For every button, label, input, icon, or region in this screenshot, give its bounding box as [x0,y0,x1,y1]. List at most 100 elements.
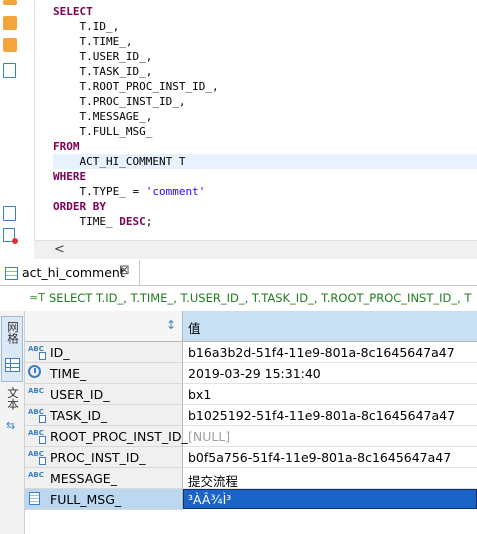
sql-token: T.ID_, [53,20,120,33]
editor-side-toolbar [0,0,35,244]
record-grid[interactable]: ↕ 值 ABC ID_ b16a3b2d-51f4-11e9-801a-8c1645… [25,311,477,534]
sql-code[interactable]: SELECT T.ID_, T.TIME_, T.USER_ID_, T.TAS… [53,4,477,229]
sql-line: SELECT [53,4,477,19]
datetime-type-icon [28,365,41,378]
column-name: ROOT_PROC_INST_ID_ [50,429,188,444]
sql-token: T.MESSAGE_, [53,110,153,123]
sql-token: ACT_HI_COMMENT T [53,155,186,168]
column-name-header[interactable]: ↕ [25,311,183,342]
explain-plan-icon[interactable] [3,63,16,78]
cell-value: b16a3b2d-51f4-11e9-801a-8c1645647a47 [188,345,455,360]
cell-value: ³ÀÂ¾Ì³ [188,492,232,507]
sql-token: T.TASK_ID_, [53,65,153,78]
execute-statement-icon[interactable] [3,16,17,30]
sql-keyword: DESC [119,215,146,228]
value-cell[interactable]: 2019-03-29 15:31:40 [183,363,477,384]
column-name-cell[interactable]: ABC PROC_INST_ID_ [25,447,183,468]
cell-value: b0f5a756-51f4-11e9-801a-8c1645647a47 [188,450,452,465]
grid-icon [5,358,20,372]
sql-token: T.TYPE_ = [53,185,146,198]
value-header-label: 值 [188,321,201,336]
sql-preview-text: SELECT T.ID_, T.TIME_, T.USER_ID_, T.TAS… [49,291,472,305]
column-name-cell[interactable]: TIME_ [25,363,183,384]
sql-token: T.TIME_, [53,35,133,48]
sort-icon[interactable]: ↕ [166,318,176,332]
string-type-icon: ABC [28,471,44,479]
string-key-type-icon: ABC [28,408,46,423]
horizontal-scrollbar[interactable]: < [34,240,477,259]
results-tab-bar: act_hi_comment ⊠ [0,260,477,286]
sql-token: T.FULL_MSG_ [53,125,153,138]
key-badge-icon [39,436,46,444]
grid-row[interactable]: ABC ID_ b16a3b2d-51f4-11e9-801a-8c1645647a… [25,342,477,363]
string-type-icon: ABC [28,387,44,395]
close-icon[interactable]: ⊠ [119,263,130,278]
sql-editor[interactable]: SELECT T.ID_, T.TIME_, T.USER_ID_, T.TAS… [0,0,477,259]
sql-token: T.ROOT_PROC_INST_ID_, [53,80,219,93]
sql-line: TIME_ DESC; [53,214,477,229]
scroll-left-arrow-icon[interactable]: < [54,242,65,257]
value-cell[interactable]: b16a3b2d-51f4-11e9-801a-8c1645647a47 [183,342,477,363]
string-key-type-icon: ABC [28,429,46,444]
table-icon [5,267,18,280]
value-column-header[interactable]: 值 [183,311,477,342]
tab-act-hi-comment[interactable]: act_hi_comment ⊠ [0,260,140,285]
sql-token: WHERE [53,170,87,183]
column-name: TASK_ID_ [50,408,108,423]
value-cell[interactable]: 提交流程 [183,468,477,489]
grid-view-label: 网格 [6,321,20,344]
run-script-icon[interactable] [3,0,17,5]
value-cell[interactable]: [NULL] [183,426,477,447]
grid-row[interactable]: TIME_ 2019-03-29 15:31:40 [25,363,477,384]
sql-line: T.ID_, [53,19,477,34]
sql-preview-bar[interactable]: ≈T SELECT T.ID_, T.TIME_, T.USER_ID_, T.… [25,287,477,312]
column-name-cell[interactable]: ABC MESSAGE_ [25,468,183,489]
sql-line: T.FULL_MSG_ [53,124,477,139]
column-name-cell[interactable]: ABC ROOT_PROC_INST_ID_ [25,426,188,447]
column-name: ID_ [50,345,70,360]
column-name: PROC_INST_ID_ [50,450,146,465]
grid-view-toggle[interactable]: 网格 [1,316,23,382]
grid-row[interactable]: ABC ROOT_PROC_INST_ID_ [NULL] [25,426,477,447]
text-view-toggle[interactable]: 文本 ⇆ [1,385,23,435]
sql-line: ORDER BY [53,199,477,214]
sql-token: FROM [53,140,80,153]
grid-row[interactable]: ABC USER_ID_ bx1 [25,384,477,405]
sql-token: ; [145,215,153,228]
execute-new-tab-icon[interactable] [3,38,17,52]
sql-string-literal: 'comment' [145,185,206,198]
new-script-icon[interactable] [3,228,18,244]
grid-row[interactable]: ABC MESSAGE_ 提交流程 [25,468,477,489]
cell-value: b1025192-51f4-11e9-801a-8c1645647a47 [188,408,456,423]
sql-text-icon: ≈T [29,291,45,304]
sql-line: T.TYPE_ = 'comment' [53,184,477,199]
sql-token: SELECT [53,5,93,18]
tab-label: act_hi_comment [22,265,125,280]
value-cell[interactable]: b1025192-51f4-11e9-801a-8c1645647a47 [183,405,477,426]
grid-row[interactable]: ABC TASK_ID_ b1025192-51f4-11e9-801a-8c164… [25,405,477,426]
column-name-cell[interactable]: ABC ID_ [25,342,183,363]
column-name: TIME_ [50,366,87,381]
export-icon[interactable] [3,206,16,221]
sql-line: T.ROOT_PROC_INST_ID_, [53,79,477,94]
grid-row[interactable]: ABC PROC_INST_ID_ b0f5a756-51f4-11e9-801a-… [25,447,477,468]
grid-row[interactable]: FULL_MSG_ ³ÀÂ¾Ì³ [25,489,477,510]
value-cell[interactable]: bx1 [183,384,477,405]
sql-token: TIME_ [53,215,120,228]
key-badge-icon [39,352,46,360]
column-name-cell[interactable]: ABC USER_ID_ [25,384,183,405]
sql-line: T.TASK_ID_, [53,64,477,79]
column-name-cell[interactable]: ABC TASK_ID_ [25,405,183,426]
value-cell[interactable]: ³ÀÂ¾Ì³ [183,489,477,509]
grid-header: ↕ 值 [25,311,477,342]
text-view-label: 文本 [6,387,20,410]
key-badge-icon [39,415,46,423]
column-name: FULL_MSG_ [50,492,122,507]
view-mode-sidebar: 网格 文本 ⇆ [0,311,25,534]
cell-value: 2019-03-29 15:31:40 [188,366,321,381]
sql-token: ORDER BY [53,200,106,213]
sql-line: ACT_HI_COMMENT T [53,154,477,169]
column-name-cell[interactable]: FULL_MSG_ [25,489,183,510]
cell-value: 提交流程 [188,474,239,489]
value-cell[interactable]: b0f5a756-51f4-11e9-801a-8c1645647a47 [183,447,477,468]
